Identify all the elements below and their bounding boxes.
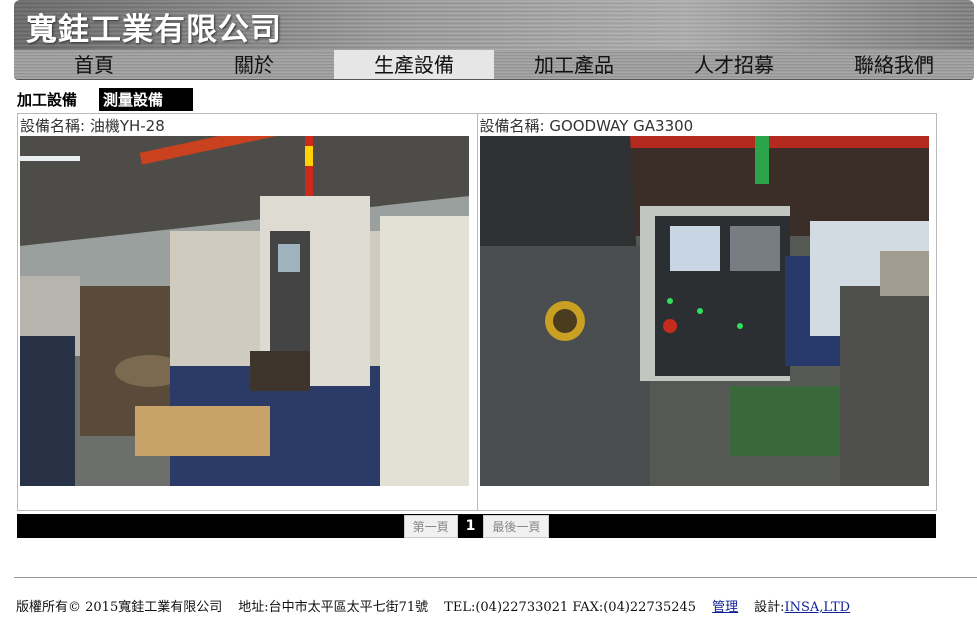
footer-divider [14,577,977,578]
page-number[interactable]: 1 [463,518,479,534]
nav-products[interactable]: 加工產品 [494,50,654,79]
nav-about[interactable]: 關於 [174,50,334,79]
main-nav: 首頁 關於 生產設備 加工產品 人才招募 聯絡我們 [14,50,974,80]
nav-careers[interactable]: 人才招募 [654,50,814,79]
equipment-gallery: 設備名稱: 油機YH-28 設備名稱: GOODWAY GA3300 [17,113,937,511]
address-text: 地址:台中市太平區太平七街71號 [238,600,429,615]
equipment-card: 設備名稱: GOODWAY GA3300 [478,114,937,510]
pagination: 第一頁 1 最後一頁 [17,514,936,538]
cnc-photo-image [479,136,929,486]
design-label: 設計: [754,600,785,615]
equipment-card: 設備名稱: 油機YH-28 [18,114,478,510]
equipment-caption: 設備名稱: 油機YH-28 [20,117,165,135]
contact-numbers: TEL:(04)22733021 FAX:(04)22735245 [444,600,697,615]
first-page-button[interactable]: 第一頁 [403,514,458,538]
lathe-photo-image [20,136,469,486]
tab-measuring-equipment[interactable]: 測量設備 [99,87,194,111]
nav-contact[interactable]: 聯絡我們 [814,50,974,79]
designer-link[interactable]: INSA,LTD [785,600,851,615]
last-page-button[interactable]: 最後一頁 [483,514,550,538]
nav-equipment[interactable]: 生產設備 [334,50,494,79]
tab-processing-equipment[interactable]: 加工設備 [17,89,77,110]
admin-link[interactable]: 管理 [712,600,738,615]
nav-home[interactable]: 首頁 [14,50,174,79]
copyright-text: 版權所有© 2015寬銈工業有限公司 [16,600,223,615]
equipment-caption: 設備名稱: GOODWAY GA3300 [479,117,694,135]
site-footer: 版權所有© 2015寬銈工業有限公司 地址:台中市太平區太平七街71號 TEL:(0… [16,596,850,615]
company-name[interactable]: 寬銈工業有限公司 [26,4,282,49]
equipment-photo[interactable] [479,136,929,486]
sub-nav: 加工設備 測量設備 [17,87,194,111]
site-header: 寬銈工業有限公司 [14,0,974,50]
equipment-photo[interactable] [20,136,469,486]
